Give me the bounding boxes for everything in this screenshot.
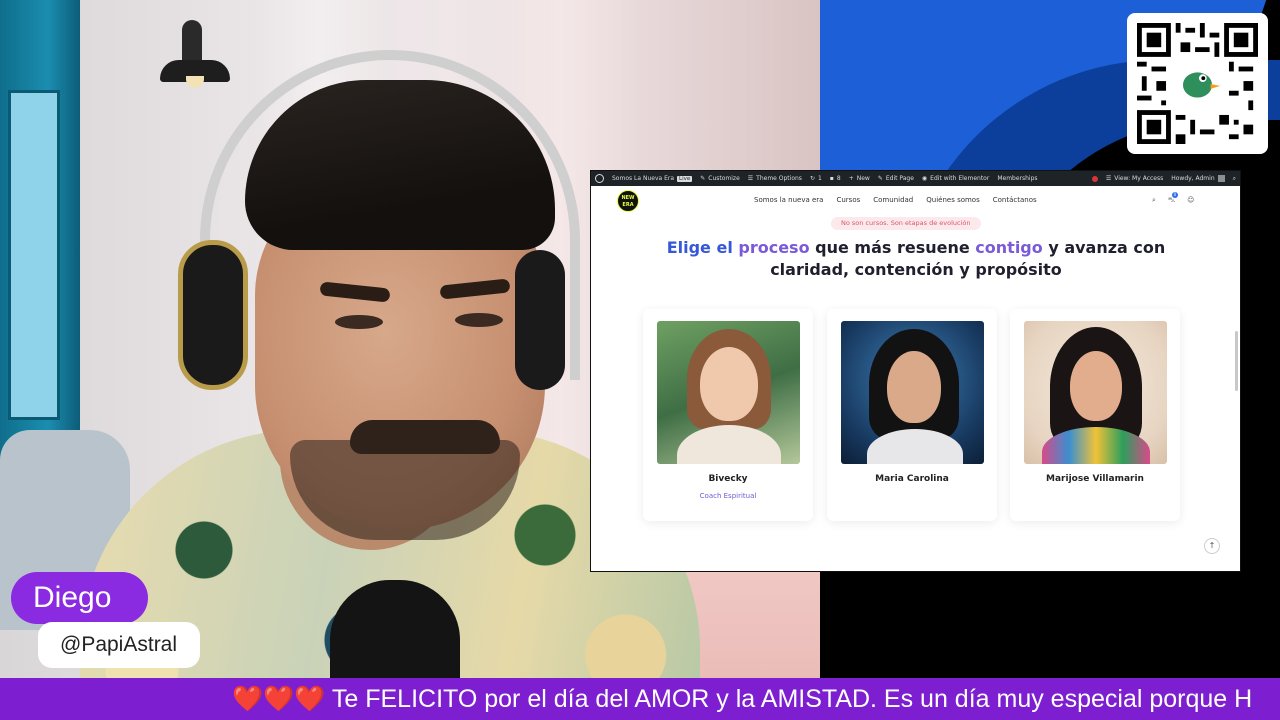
nav-item-contactanos[interactable]: Contáctanos [993, 196, 1037, 204]
coach-card[interactable]: Maria Carolina [827, 309, 997, 521]
theme-options-link[interactable]: ☰ Theme Options [748, 175, 802, 182]
site-header: NEW ERA Somos la nueva era Cursos Comuni… [591, 186, 1240, 216]
qr-code-icon [1137, 23, 1258, 144]
alert-icon [1091, 175, 1098, 182]
stream-frame: Somos La Nueva Era Live ✎ Customize ☰ Them… [0, 0, 1280, 720]
hearts-icon: ❤️❤️❤️ [232, 685, 326, 713]
pencil-icon: ✎ [877, 175, 883, 182]
site-search-icon[interactable]: ⌕ [1152, 196, 1156, 205]
view-access-link[interactable]: ☰ View: My Access [1106, 175, 1163, 182]
avatar [1217, 175, 1225, 182]
window-glass [8, 90, 60, 420]
site-logo[interactable]: NEW ERA [617, 190, 639, 212]
nav-item-comunidad[interactable]: Comunidad [873, 196, 913, 204]
hero-word-1: Elige el [666, 238, 733, 257]
nav-item-quienes[interactable]: Quiénes somos [926, 196, 980, 204]
tagline-pill: No son cursos. Son etapas de evolución [831, 217, 981, 230]
cart-count: 0 [1171, 192, 1178, 198]
coach-photo [657, 321, 800, 464]
user-icon[interactable]: ☺ [1187, 196, 1194, 205]
coach-name: Maria Carolina [875, 474, 949, 484]
new-content-link[interactable]: + New [849, 175, 870, 182]
hero-word-2: proceso [738, 238, 810, 257]
elementor-link[interactable]: ◉ Edit with Elementor [922, 175, 989, 182]
customize-link[interactable]: ✎ Customize [700, 175, 740, 182]
qr-code[interactable] [1127, 13, 1268, 154]
main-nav: Somos la nueva era Cursos Comunidad Quié… [754, 196, 1037, 204]
memberships-link[interactable]: Memberships [997, 175, 1037, 182]
coach-photo [1024, 321, 1167, 464]
arrow-up-icon: ↑ [1208, 541, 1216, 550]
coach-photo [841, 321, 984, 464]
coach-role: Coach Espiritual [699, 492, 757, 500]
coach-name: Marijose Villamarin [1046, 474, 1144, 484]
comments-link[interactable]: ▪ 8 [830, 175, 841, 182]
news-ticker: ❤️❤️❤️ Te FELICITO por el día del AMOR y… [0, 678, 1280, 720]
wordpress-icon[interactable] [595, 174, 604, 183]
page-scrollbar[interactable] [1235, 331, 1238, 391]
notification-dot[interactable] [1091, 175, 1098, 182]
elementor-icon: ◉ [921, 175, 928, 182]
coach-name: Bivecky [708, 474, 748, 484]
filter-icon: ☰ [1105, 175, 1112, 182]
headphone-cup-right [515, 250, 565, 390]
edit-page-link[interactable]: ✎ Edit Page [878, 175, 914, 182]
live-badge: Live [677, 175, 693, 182]
hero-word-4: contigo [975, 238, 1043, 257]
coach-card[interactable]: Bivecky Coach Espiritual [643, 309, 813, 521]
hero-word-3: que más resuene [815, 238, 970, 257]
name-tag: Diego [11, 572, 148, 624]
nav-item-cursos[interactable]: Cursos [836, 196, 860, 204]
cart-icon[interactable]: ⛍ 0 [1168, 192, 1178, 205]
refresh-icon: ↻ [809, 175, 815, 182]
mustache [350, 420, 500, 454]
ticker-text: ❤️❤️❤️ Te FELICITO por el día del AMOR y… [232, 678, 1252, 720]
lamp-bulb [186, 76, 204, 88]
wp-admin-bar: Somos La Nueva Era Live ✎ Customize ☰ Them… [591, 171, 1240, 186]
coach-card[interactable]: Marijose Villamarin [1010, 309, 1180, 521]
search-icon: ⌕ [1232, 174, 1236, 182]
comment-icon: ▪ [829, 175, 834, 182]
hero-title: Elige el proceso que más resuene contigo… [651, 237, 1181, 281]
howdy-link[interactable]: Howdy, Admin [1171, 175, 1225, 182]
site-name-link[interactable]: Somos La Nueva Era Live [612, 175, 693, 182]
screen-share-window: Somos La Nueva Era Live ✎ Customize ☰ Them… [591, 171, 1240, 571]
header-icons: ⌕ ⛍ 0 ☺ [1152, 192, 1194, 205]
search-button[interactable]: ⌕ [1233, 175, 1236, 183]
ticker-message: Te FELICITO por el día del AMOR y la AMI… [331, 685, 1253, 713]
brush-icon: ✎ [700, 175, 706, 182]
nav-item-somos[interactable]: Somos la nueva era [754, 196, 823, 204]
plus-icon: + [848, 175, 854, 182]
menu-icon: ☰ [747, 175, 754, 182]
handle-tag: @PapiAstral [38, 622, 200, 668]
scroll-top-button[interactable]: ↑ [1204, 538, 1220, 554]
headphone-cup-left [178, 240, 248, 390]
updates-link[interactable]: ↻ 1 [810, 175, 822, 182]
